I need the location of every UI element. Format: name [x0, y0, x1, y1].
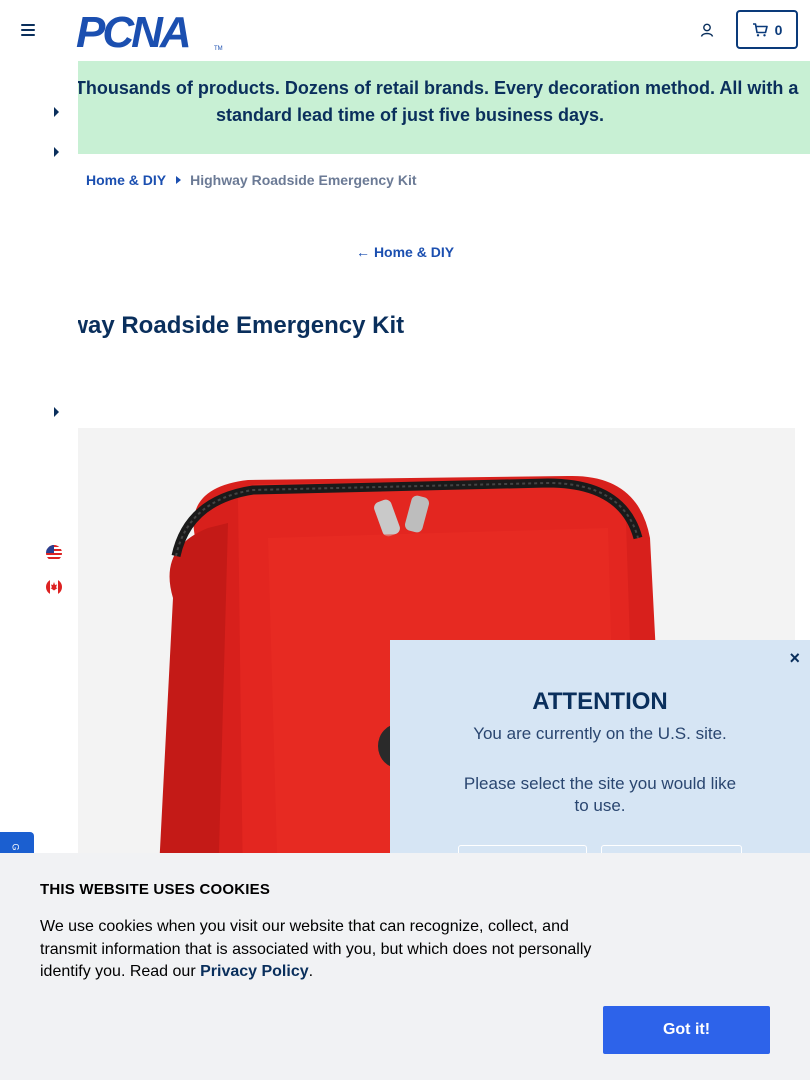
breadcrumb: Home & DIY Highway Roadside Emergency Ki… [86, 172, 417, 188]
svg-text:PCNA: PCNA [76, 10, 189, 52]
popup-message: You are currently on the U.S. site. [473, 724, 727, 743]
rail-caret-right-icon[interactable] [54, 147, 59, 157]
back-link-label: Home & DIY [373, 244, 455, 260]
popup-heading: ATTENTION [532, 688, 668, 715]
page: PCNA TM 0 Wait? Thousands of products. D… [0, 0, 810, 1080]
logo-svg: PCNA TM [76, 8, 223, 57]
product-title: Highway Roadside Emergency Kit [78, 312, 405, 339]
back-to-category-link[interactable]: ← Home & DIY [0, 244, 810, 260]
us-flag-icon[interactable] [46, 545, 62, 561]
rail-caret-right-icon[interactable] [54, 107, 59, 117]
cart-button[interactable]: 0 [736, 10, 798, 49]
promo-banner: Wait? Thousands of products. Dozens of r… [0, 61, 810, 154]
user-account-icon[interactable] [699, 22, 715, 38]
canada-flag-icon[interactable] [46, 579, 62, 595]
popup-prompt: Please select the site you would like to… [463, 774, 737, 815]
close-icon[interactable]: × [789, 648, 800, 669]
banner-text: Wait? Thousands of products. Dozens of r… [21, 78, 799, 125]
arrow-left-icon: ← [355, 244, 370, 260]
cookie-body: We use cookies when you visit our websit… [40, 918, 592, 980]
hamburger-menu-icon[interactable] [21, 24, 35, 36]
cookie-banner: THIS WEBSITE USES COOKIES We use cookies… [0, 853, 810, 1080]
product-title-container: Highway Roadside Emergency Kit [78, 312, 810, 344]
feedback-tab-icon: G [10, 843, 21, 851]
shopping-cart-icon [752, 22, 768, 36]
rail-caret-right-icon[interactable] [54, 407, 59, 417]
cart-count: 0 [774, 21, 783, 38]
cookie-text: We use cookies when you visit our websit… [40, 916, 610, 984]
site-header: PCNA TM 0 [0, 0, 810, 61]
breadcrumb-current: Highway Roadside Emergency Kit [190, 172, 417, 188]
breadcrumb-caret-icon [176, 176, 182, 184]
pcna-logo[interactable]: PCNA TM [76, 8, 224, 57]
region-select-popup: × ATTENTION You are currently on the U.S… [390, 640, 810, 885]
cookie-heading: THIS WEBSITE USES COOKIES [40, 881, 271, 898]
cookie-period: . [308, 963, 314, 980]
accept-cookies-button[interactable]: Got it! [603, 1006, 770, 1054]
privacy-policy-link[interactable]: Privacy Policy [200, 963, 309, 980]
svg-text:TM: TM [214, 46, 223, 52]
breadcrumb-link-home-diy[interactable]: Home & DIY [86, 172, 166, 188]
